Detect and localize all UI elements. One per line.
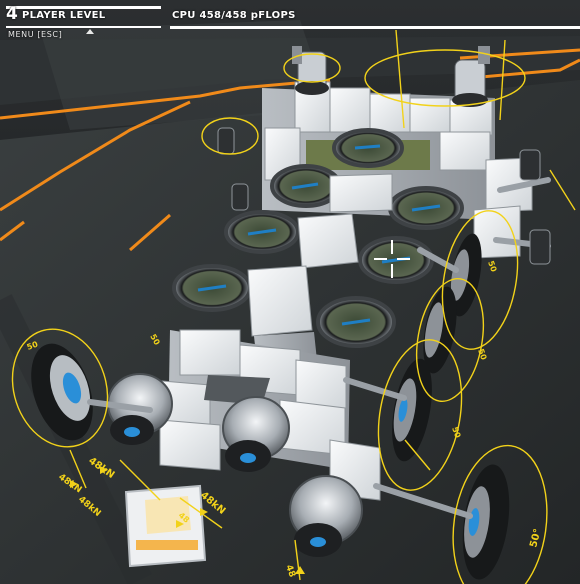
player-level-progress-fill [6,6,161,9]
cpu-usage-fill [170,26,580,29]
game-viewport[interactable]: 48kN 48kN 48kN 48kN 48 48 50 50 50 50° 5… [0,0,580,584]
robot-garage-scene[interactable]: 48kN 48kN 48kN 48kN 48 48 50 50 50 50° 5… [0,0,580,584]
player-level-progress-bar [6,6,161,9]
player-level-number: 4 [6,4,18,24]
menu-caret-icon[interactable] [86,29,94,34]
player-level-divider [6,26,161,28]
hud-top-bar: 4 PLAYER LEVEL CPU 458/458 pFLOPS MENU [… [0,0,580,39]
cpu-usage-label: CPU 458/458 pFLOPS [172,10,296,21]
front-armor-block[interactable] [124,484,207,568]
cpu-usage-bar [170,26,580,29]
player-level-label: PLAYER LEVEL [22,10,106,21]
menu-esc-hint[interactable]: MENU [ESC] [8,30,62,39]
